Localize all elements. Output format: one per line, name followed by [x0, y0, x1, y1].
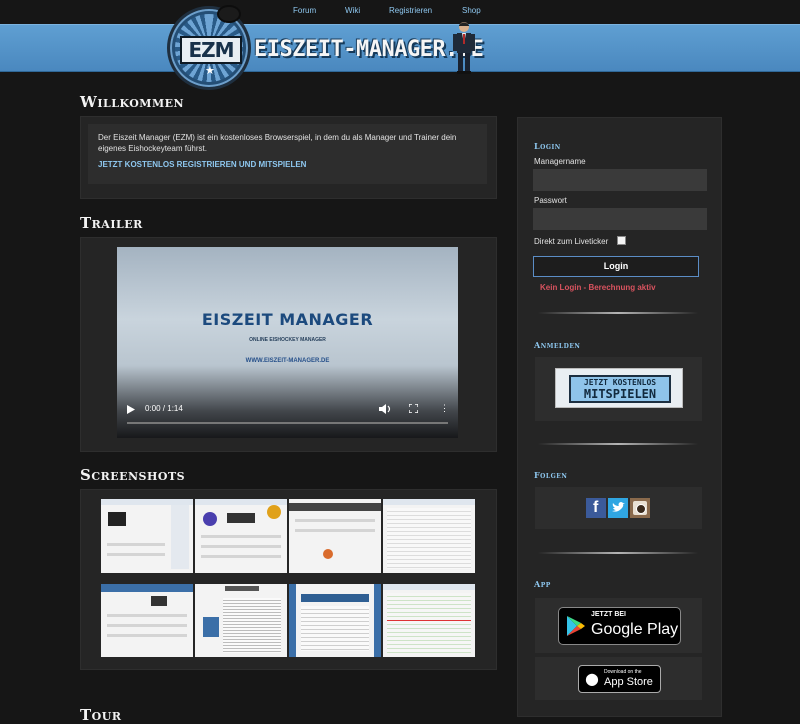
thumb-header [301, 594, 369, 602]
screenshot-thumbnail[interactable] [101, 584, 193, 657]
google-play-small: JETZT BEI [591, 611, 627, 618]
thumb-team-logo [203, 512, 217, 526]
thumb-team-logo [267, 505, 281, 519]
star-icon: ★ [205, 65, 215, 77]
nav-wiki-link[interactable]: Wiki [345, 6, 360, 15]
sidebar-divider [538, 443, 698, 445]
instagram-icon[interactable] [630, 498, 650, 518]
site-title[interactable]: EISZEIT-MANAGER.DE [254, 37, 484, 62]
thumb-divider [387, 620, 471, 621]
play-icon[interactable] [127, 405, 135, 414]
app-store-big: App Store [604, 676, 653, 688]
top-navigation: Forum Wiki Registrieren Shop [0, 0, 800, 24]
thumb-line [107, 634, 187, 637]
ezm-logo[interactable]: EZM ★ [167, 5, 251, 90]
register-cta-link[interactable]: JETZT KOSTENLOS REGISTRIEREN UND MITSPIE… [98, 160, 306, 169]
thumb-line [295, 529, 375, 532]
screenshot-thumbnail[interactable] [289, 584, 381, 657]
thumb-header [383, 584, 475, 590]
liveticker-label: Direkt zum Liveticker [534, 237, 609, 246]
thumb-logo [108, 512, 126, 526]
nav-register-link[interactable]: Registrieren [389, 6, 432, 15]
nav-forum-link[interactable]: Forum [293, 6, 316, 15]
google-play-icon [567, 616, 585, 636]
liveticker-checkbox[interactable] [617, 236, 626, 245]
screenshot-thumbnail[interactable] [195, 584, 287, 657]
register-heading: Anmelden [534, 340, 581, 350]
camera-lens [636, 504, 646, 514]
google-play-big: Google Play [591, 621, 679, 638]
welcome-text: Der Eiszeit Manager (EZM) ist ein kosten… [98, 133, 457, 153]
thumb-marker [323, 549, 333, 559]
video-progress-bar[interactable] [127, 422, 448, 424]
login-warning: Kein Login - Berechnung aktiv [540, 283, 656, 292]
twitter-bird-icon [612, 502, 625, 512]
screenshot-thumbnail[interactable] [195, 499, 287, 573]
thumb-line [201, 535, 281, 538]
password-label: Passwort [534, 196, 567, 205]
manager-figure-icon [453, 22, 475, 74]
thumb-header [289, 503, 381, 511]
nav-shop-link[interactable]: Shop [462, 6, 481, 15]
apple-icon: ● [585, 669, 599, 688]
welcome-heading: Willkommen [80, 93, 185, 111]
play-banner-line1: JETZT KOSTENLOS [583, 378, 657, 387]
tour-heading: Tour [80, 706, 122, 724]
thumb-player-icon [151, 596, 167, 606]
thumb-header [101, 584, 193, 592]
thumb-table [387, 508, 471, 569]
more-options-icon[interactable]: ⋮ [440, 403, 449, 414]
fullscreen-icon[interactable] [409, 404, 418, 413]
follow-heading: Folgen [534, 470, 568, 480]
app-store-badge[interactable]: ● Download on the App Store [578, 665, 661, 693]
thumb-table [387, 593, 471, 653]
password-input[interactable] [533, 208, 707, 230]
thumb-photo [203, 617, 219, 637]
screenshots-heading: Screenshots [80, 466, 186, 484]
thumb-text [223, 598, 281, 653]
logo-text: EZM [180, 36, 242, 64]
username-input[interactable] [533, 169, 707, 191]
play-free-banner[interactable]: JETZT KOSTENLOS MITSPIELEN [555, 368, 683, 408]
sidebar-divider [538, 312, 698, 314]
login-heading: Login [534, 141, 561, 151]
app-heading: App [534, 579, 551, 589]
facebook-icon[interactable]: f [586, 498, 606, 518]
google-play-badge[interactable]: JETZT BEI Google Play [558, 607, 681, 645]
thumb-line [107, 614, 187, 617]
thumb-line [201, 555, 281, 558]
thumb-line [107, 553, 165, 556]
thumb-stripe [289, 584, 296, 657]
thumb-line [201, 545, 281, 548]
play-banner-line2: MITSPIELEN [583, 387, 657, 401]
username-label: Managername [534, 157, 586, 166]
video-title: EISZEIT MANAGER [201, 310, 374, 329]
twitter-icon[interactable] [608, 498, 628, 518]
thumb-stripe [374, 584, 381, 657]
trailer-video[interactable]: EISZEIT MANAGER ONLINE EISHOCKEY MANAGER… [117, 247, 458, 438]
screenshot-thumbnail[interactable] [101, 499, 193, 573]
thumb-sidebar [171, 505, 189, 569]
thumb-table [301, 606, 369, 651]
app-store-small: Download on the [604, 669, 642, 675]
video-url: WWW.EISZEIT-MANAGER.DE [245, 358, 330, 364]
login-button[interactable]: Login [533, 256, 699, 277]
puck-icon [217, 5, 241, 23]
thumb-line [107, 624, 187, 627]
thumb-score [227, 513, 255, 523]
sidebar-divider [538, 552, 698, 554]
trailer-heading: Trailer [80, 214, 143, 232]
video-time: 0:00 / 1:14 [145, 404, 183, 413]
play-banner-frame: JETZT KOSTENLOS MITSPIELEN [569, 375, 671, 403]
thumb-header [383, 499, 475, 505]
volume-icon[interactable] [379, 404, 391, 414]
screenshot-thumbnail[interactable] [383, 584, 475, 657]
video-subtitle: ONLINE EISHOCKEY MANAGER [249, 337, 326, 343]
thumb-newspaper-title [225, 586, 259, 591]
thumb-line [295, 519, 375, 522]
screenshot-thumbnail[interactable] [289, 499, 381, 573]
screenshot-thumbnail[interactable] [383, 499, 475, 573]
thumb-line [107, 543, 165, 546]
